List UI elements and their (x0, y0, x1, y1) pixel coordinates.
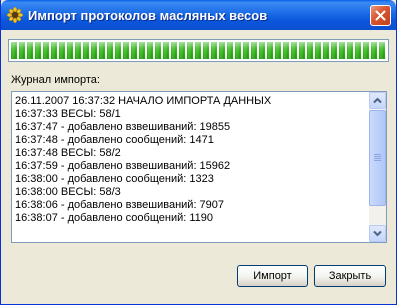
log-line: 16:37:33 ВЕСЫ: 58/1 (15, 108, 121, 120)
log-line: 26.11.2007 16:37:32 НАЧАЛО ИМПОРТА ДАННЫ… (15, 95, 272, 107)
import-dialog: Импорт протоколов масляных весов Журнал … (0, 0, 397, 305)
import-button[interactable]: Импорт (237, 265, 308, 287)
close-icon (375, 10, 386, 21)
log-line: 16:37:59 - добавлено взвешиваний: 15962 (15, 160, 231, 172)
log-line: 16:37:47 - добавлено взвешиваний: 19855 (15, 121, 231, 133)
progress-fill (11, 42, 386, 59)
import-progress-bar (8, 39, 389, 62)
scroll-up-button[interactable] (369, 92, 386, 109)
window-title: Импорт протоколов масляных весов (28, 8, 268, 23)
log-line: 16:38:07 - добавлено сообщений: 1190 (15, 212, 214, 224)
scroll-thumb[interactable] (369, 110, 386, 206)
title-bar[interactable]: Импорт протоколов масляных весов (1, 0, 396, 30)
log-scrollbar[interactable] (369, 92, 386, 242)
grip-icon (374, 154, 381, 162)
log-line: 16:38:00 ВЕСЫ: 58/3 (15, 186, 121, 198)
log-line: 16:37:48 - добавлено сообщений: 1471 (15, 134, 214, 146)
sunflower-icon (6, 6, 24, 24)
chevron-up-icon (373, 97, 382, 104)
import-log-label: Журнал импорта: (11, 74, 100, 86)
import-log-box[interactable]: 26.11.2007 16:37:32 НАЧАЛО ИМПОРТА ДАННЫ… (11, 91, 387, 243)
close-window-button[interactable] (370, 5, 391, 26)
log-line: 16:37:48 ВЕСЫ: 58/2 (15, 147, 121, 159)
log-line: 16:38:06 - добавлено взвешиваний: 7907 (15, 199, 225, 211)
import-log-lines: 26.11.2007 16:37:32 НАЧАЛО ИМПОРТА ДАННЫ… (15, 95, 370, 241)
close-button[interactable]: Закрыть (314, 265, 386, 287)
log-line: 16:38:00 - добавлено сообщений: 1323 (15, 173, 214, 185)
chevron-down-icon (373, 230, 382, 237)
scroll-down-button[interactable] (369, 225, 386, 242)
